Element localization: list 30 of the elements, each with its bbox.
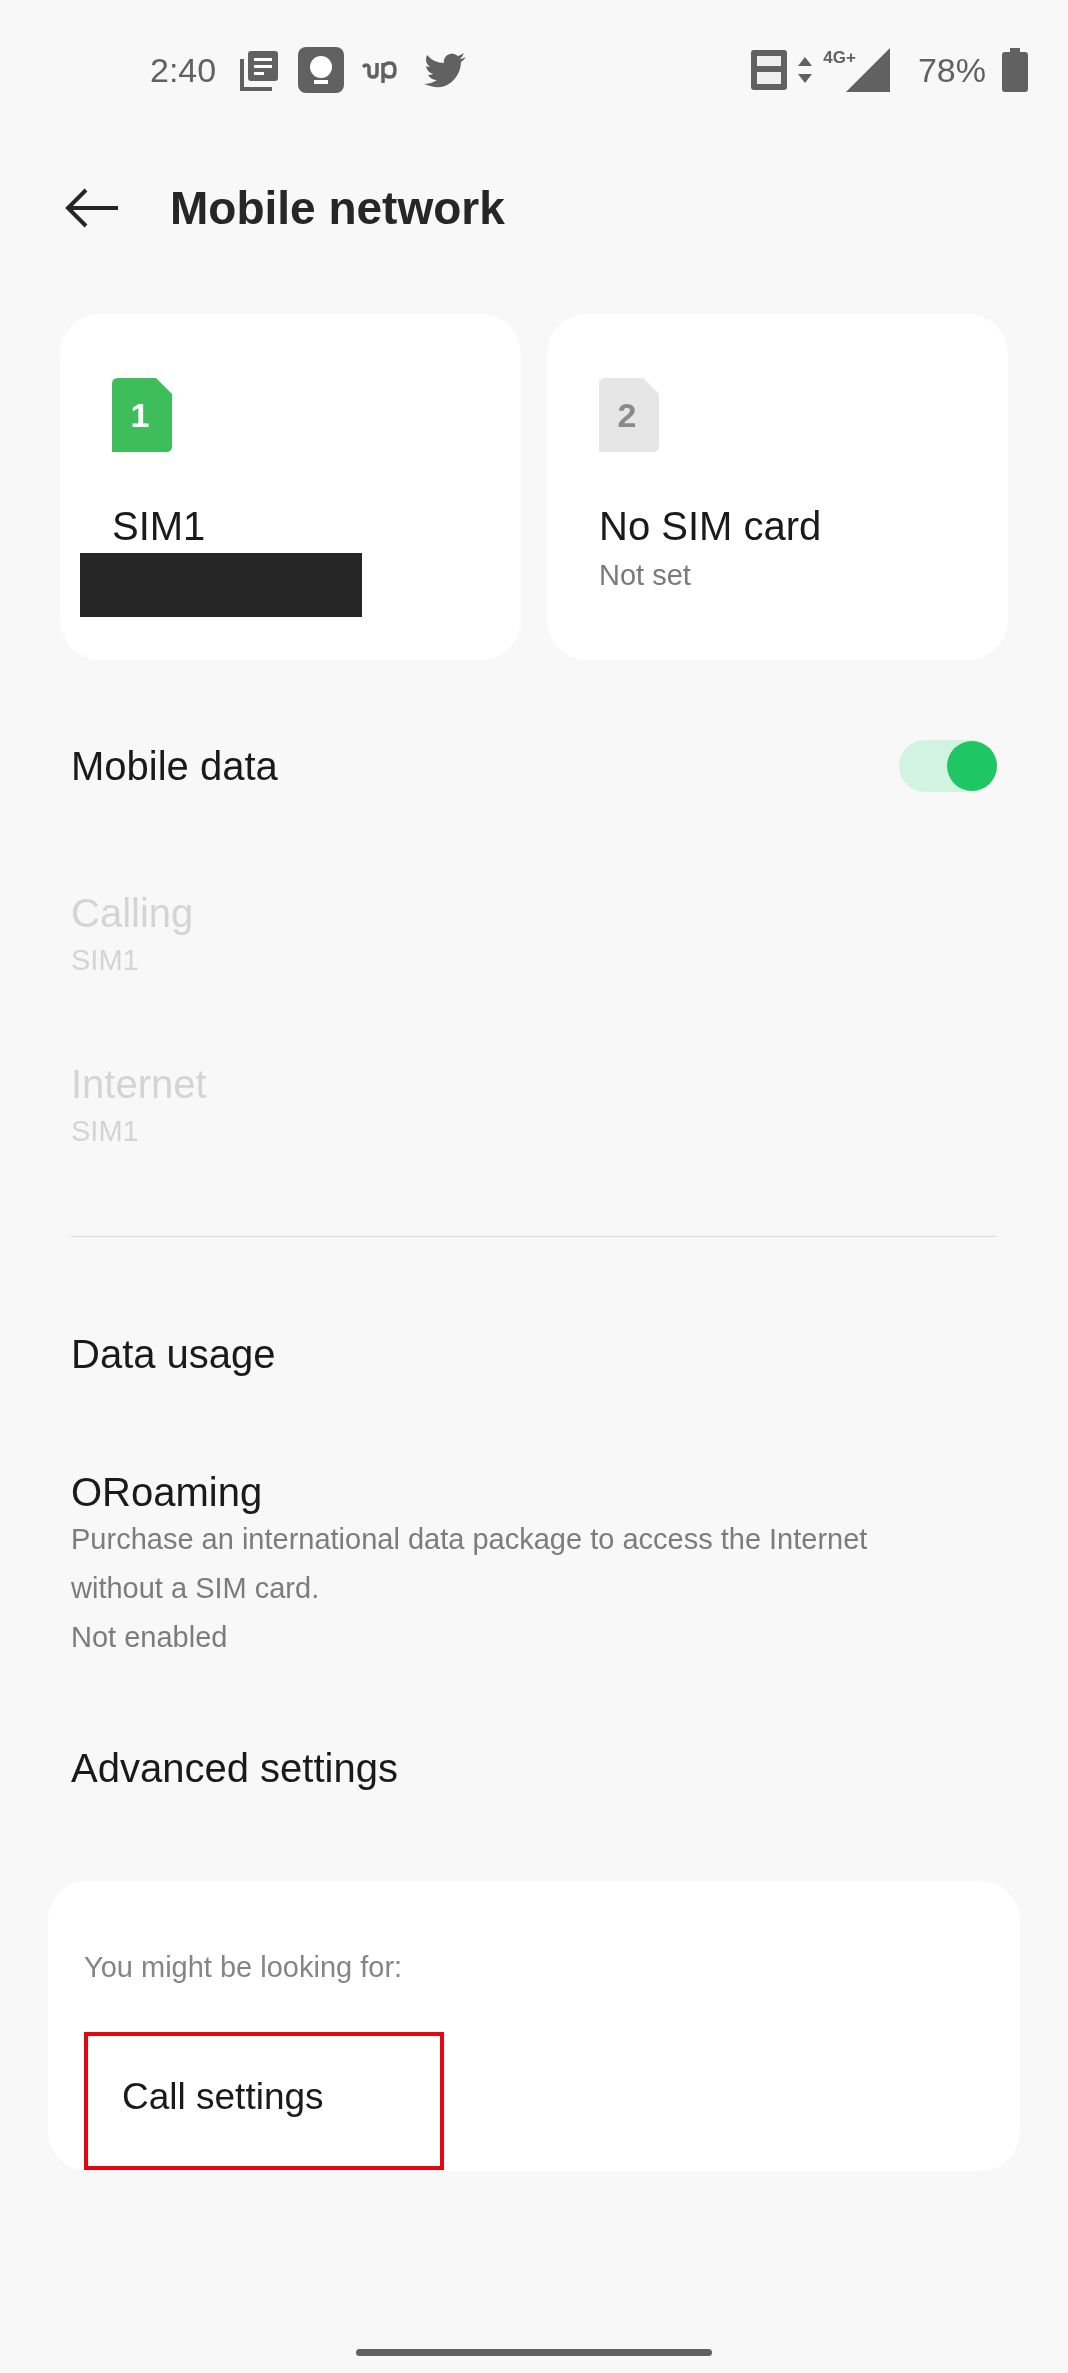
bird-icon — [424, 52, 469, 88]
battery-percent: 78% — [917, 50, 986, 90]
volte-icon — [751, 50, 788, 90]
page-title: Mobile network — [170, 180, 505, 235]
back-arrow-icon[interactable] — [64, 187, 120, 228]
toggle-switch[interactable] — [899, 740, 997, 792]
setting-subtitle: Purchase an international data package to access the Internet without a SIM card. — [71, 1522, 869, 1606]
sim-card[interactable]: 1 SIM1 — [60, 314, 521, 660]
setting-row[interactable]: ORoaming Purchase an international data package to access the Internet without a SIM card. Not enabled — [0, 1441, 1068, 1691]
setting-row[interactable]: Data usage — [0, 1277, 1068, 1431]
setting-row[interactable]: Advanced settings — [0, 1691, 1068, 1845]
setting-title: Mobile data — [71, 743, 278, 789]
sim-name: No SIM card — [599, 504, 822, 549]
data-arrows-icon — [797, 55, 814, 85]
battery-icon — [1002, 48, 1028, 92]
news-icon — [240, 49, 281, 91]
setting-title: Data usage — [71, 1331, 276, 1377]
sim-name: SIM1 — [112, 504, 206, 549]
setting-title: Advanced settings — [71, 1745, 398, 1791]
sim-icon: 1 — [112, 378, 172, 452]
network-type: 4G+ — [823, 48, 856, 68]
sim-status: Not set — [599, 559, 691, 592]
status-time: 2:40 — [150, 50, 217, 90]
lightbulb-icon — [298, 47, 345, 93]
suggestion-heading: You might be looking for: — [84, 1951, 404, 1984]
setting-subtitle: Not enabled — [71, 1620, 229, 1655]
setting-title: ORoaming — [71, 1470, 264, 1515]
suggestion-link[interactable]: Call settings — [84, 2032, 444, 2170]
sim-card[interactable]: 2 No SIM card Not set — [547, 314, 1008, 660]
sim-icon: 2 — [599, 378, 659, 452]
